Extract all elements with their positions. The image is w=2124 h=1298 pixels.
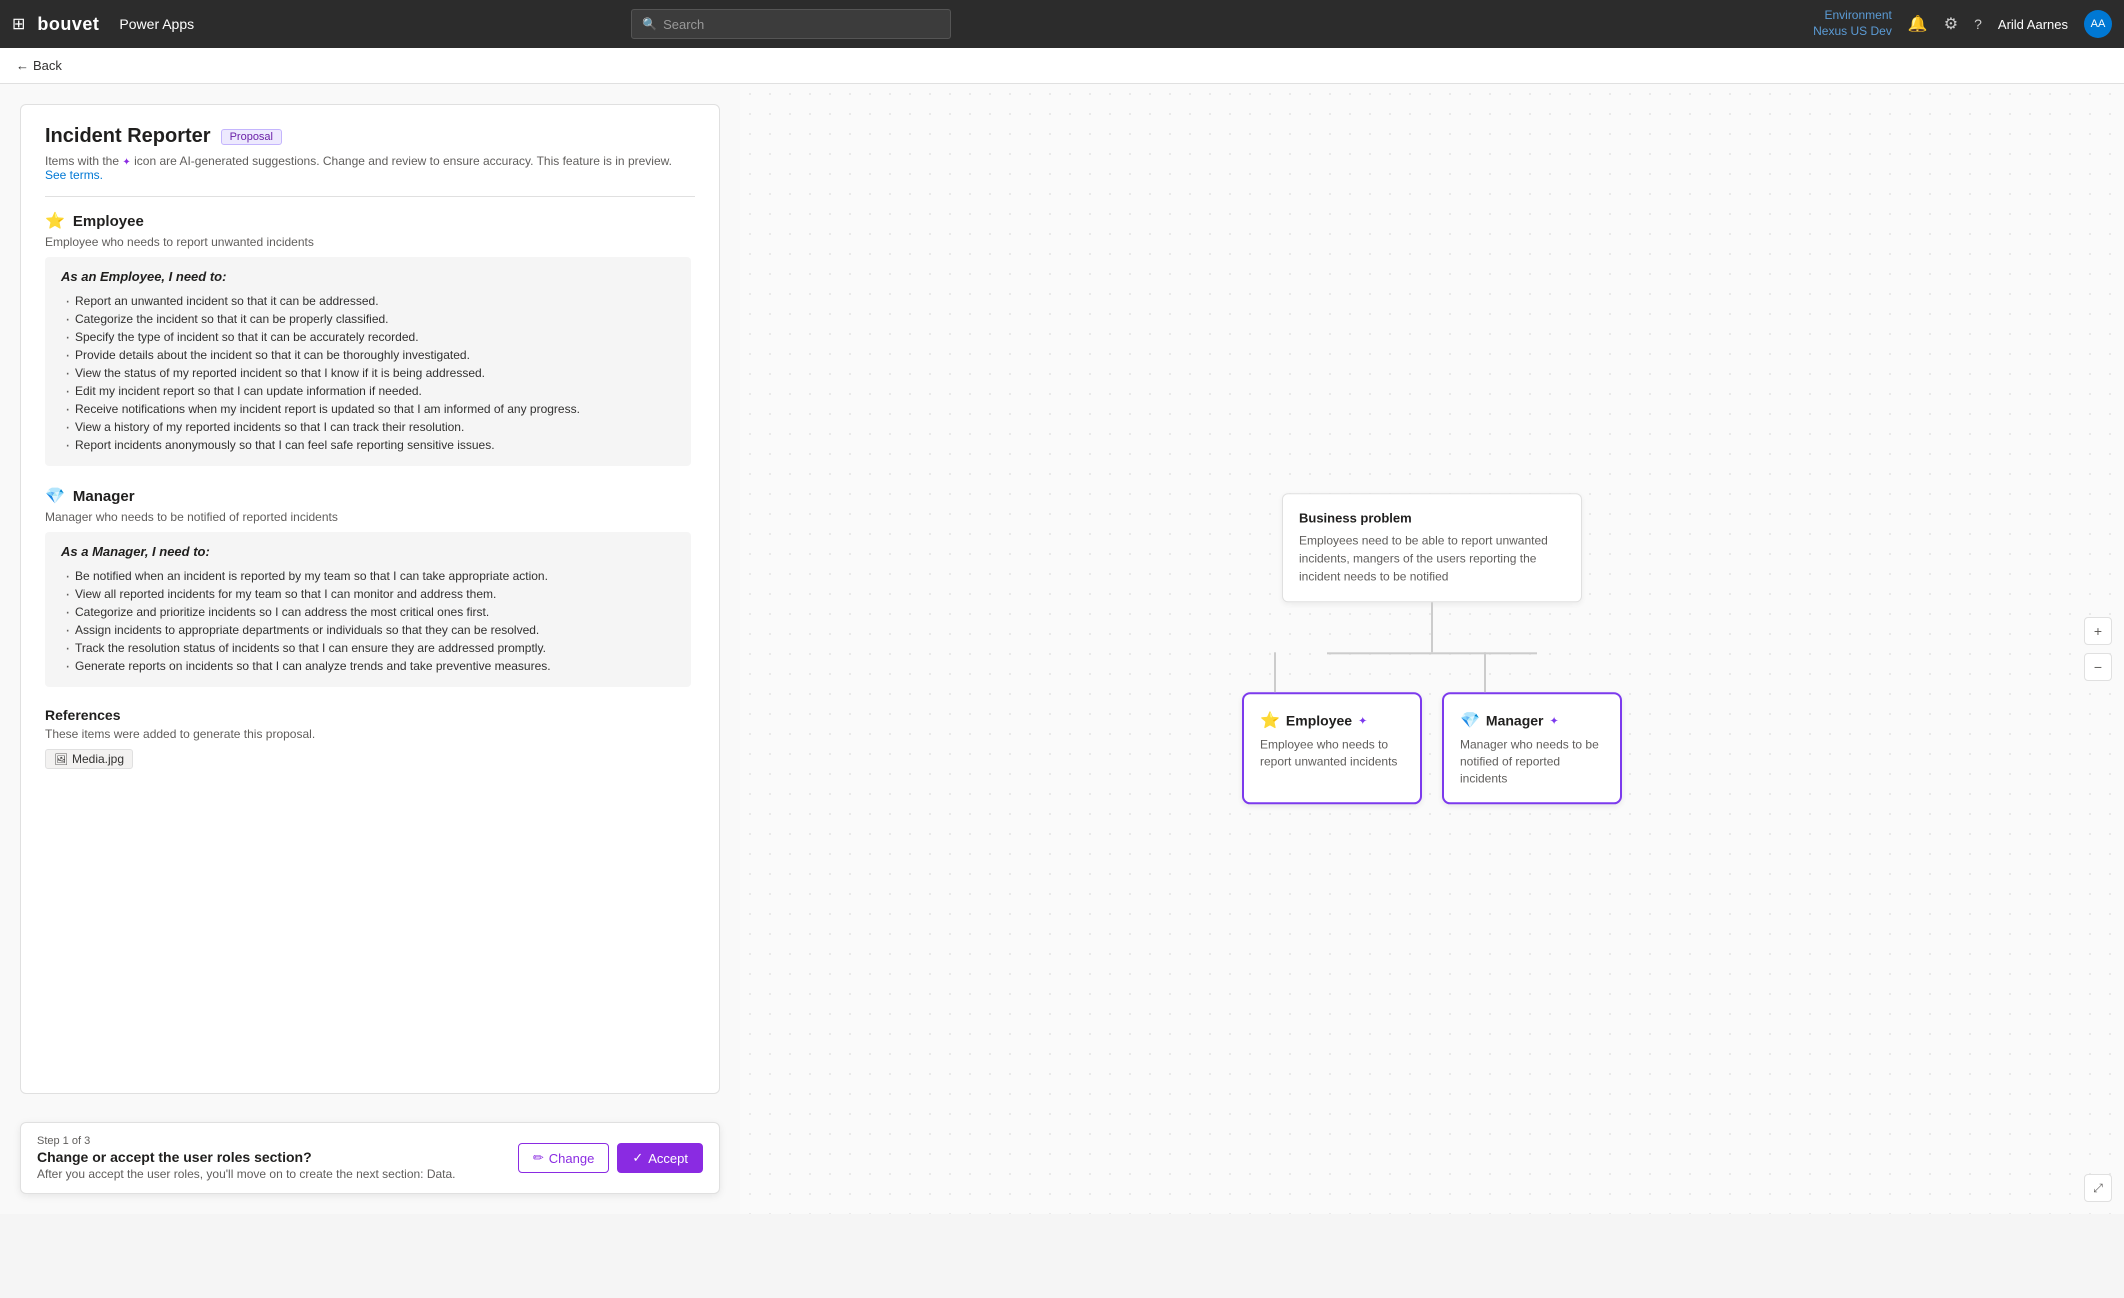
employee-items-list: Report an unwanted incident so that it c… [61,292,675,454]
list-item: Categorize the incident so that it can b… [61,310,675,328]
diagram-container: Business problem Employees need to be ab… [1132,493,1732,804]
scroll-container[interactable]: ⭐ Employee Employee who needs to report … [45,211,695,1079]
employee-role-subtitle: Employee who needs to report unwanted in… [45,235,691,249]
proposal-title: Incident Reporter Proposal [45,125,695,148]
connector-horizontal [1132,652,1732,692]
see-terms-link[interactable]: See terms. [45,168,103,182]
environment-label: Environment Nexus US Dev [1813,8,1892,39]
manager-body-title: As a Manager, I need to: [61,544,675,559]
list-item: Report incidents anonymously so that I c… [61,436,675,454]
references-subtitle: These items were added to generate this … [45,727,691,741]
proposal-subtitle: Items with the ✦ icon are AI-generated s… [45,154,695,182]
check-icon: ✓ [632,1150,643,1166]
proposal-card: Incident Reporter Proposal Items with th… [20,104,720,1094]
list-item: Be notified when an incident is reported… [61,567,675,585]
list-item: Track the resolution status of incidents… [61,639,675,657]
nav-right: Environment Nexus US Dev 🔔 ⚙ ? Arild Aar… [1813,8,2112,39]
manager-role-title: Manager [73,488,135,505]
manager-card-header: 💎 Manager ✦ [1460,710,1604,730]
bell-icon[interactable]: 🔔 [1908,14,1928,34]
main-layout: Incident Reporter Proposal Items with th… [0,84,2124,1214]
list-item: View the status of my reported incident … [61,364,675,382]
fit-view-button[interactable]: ⤢ [2084,1174,2112,1202]
references-section: References These items were added to gen… [45,707,691,769]
manager-card-desc: Manager who needs to be notified of repo… [1460,736,1604,786]
settings-icon[interactable]: ⚙ [1944,14,1958,34]
manager-role-header: 💎 Manager [45,486,691,506]
sub-nav: ← Back [0,48,2124,84]
back-button[interactable]: ← Back [16,58,62,73]
zoom-in-button[interactable]: + [2084,617,2112,645]
avatar[interactable]: AA [2084,10,2112,38]
employee-icon: ⭐ [45,211,65,231]
search-input[interactable] [663,17,940,32]
action-bar-buttons: ✏ Change ✓ Accept [518,1143,703,1173]
manager-card-icon: 💎 [1460,710,1480,730]
image-icon: 🖼 [54,753,68,766]
employee-card-name: Employee [1286,712,1352,728]
top-nav: ⊞ bouvet Power Apps 🔍 Environment Nexus … [0,0,2124,48]
list-item: Assign incidents to appropriate departme… [61,621,675,639]
manager-items-list: Be notified when an incident is reported… [61,567,675,675]
employee-role-body: As an Employee, I need to: Report an unw… [45,257,691,466]
list-item: Categorize and prioritize incidents so I… [61,603,675,621]
reference-tag: 🖼 Media.jpg [45,749,133,769]
connector-branch-right [1484,652,1486,692]
employee-diagram-card: ⭐ Employee ✦ Employee who needs to repor… [1242,692,1422,804]
back-arrow-icon: ← [16,58,29,73]
employee-card-header: ⭐ Employee ✦ [1260,710,1404,730]
list-item: Edit my incident report so that I can up… [61,382,675,400]
bp-desc: Employees need to be able to report unwa… [1299,531,1565,585]
change-button[interactable]: ✏ Change [518,1143,609,1173]
employee-role-section: ⭐ Employee Employee who needs to report … [45,211,691,466]
grid-icon[interactable]: ⊞ [12,14,25,34]
action-bar: Step 1 of 3 Change or accept the user ro… [20,1122,720,1194]
bp-title: Business problem [1299,510,1565,525]
right-toolbar: + − [2084,617,2112,681]
list-item: View all reported incidents for my team … [61,585,675,603]
list-item: Report an unwanted incident so that it c… [61,292,675,310]
list-item: View a history of my reported incidents … [61,418,675,436]
action-bar-left: Step 1 of 3 Change or accept the user ro… [37,1135,456,1181]
employee-card-desc: Employee who needs to report unwanted in… [1260,736,1404,770]
app-name: Power Apps [119,16,194,32]
accept-button[interactable]: ✓ Accept [617,1143,703,1173]
edit-icon: ✏ [533,1150,544,1166]
brand-logo: bouvet [37,14,99,35]
employee-ai-icon: ✦ [1358,714,1367,727]
role-cards-row: ⭐ Employee ✦ Employee who needs to repor… [1132,692,1732,804]
proposal-badge: Proposal [221,129,282,145]
list-item: Receive notifications when my incident r… [61,400,675,418]
manager-role-subtitle: Manager who needs to be notified of repo… [45,510,691,524]
step-desc: After you accept the user roles, you'll … [37,1167,456,1181]
references-title: References [45,707,691,723]
list-item: Specify the type of incident so that it … [61,328,675,346]
manager-icon: 💎 [45,486,65,506]
user-name: Arild Aarnes [1998,17,2068,32]
search-icon: 🔍 [642,17,657,31]
employee-body-title: As an Employee, I need to: [61,269,675,284]
manager-ai-icon: ✦ [1550,714,1559,727]
list-item: Generate reports on incidents so that I … [61,657,675,675]
left-panel: Incident Reporter Proposal Items with th… [0,84,740,1214]
list-item: Provide details about the incident so th… [61,346,675,364]
manager-card-name: Manager [1486,712,1544,728]
back-label: Back [33,58,62,73]
connector-down [1431,602,1433,652]
employee-role-title: Employee [73,213,144,230]
manager-role-section: 💎 Manager Manager who needs to be notifi… [45,486,691,687]
manager-diagram-card: 💎 Manager ✦ Manager who needs to be noti… [1442,692,1622,804]
right-panel: Business problem Employees need to be ab… [740,84,2124,1214]
help-icon[interactable]: ? [1974,16,1982,32]
connector-branch-left [1274,652,1276,692]
step-label: Step 1 of 3 [37,1135,456,1147]
employee-card-icon: ⭐ [1260,710,1280,730]
business-problem-card: Business problem Employees need to be ab… [1282,493,1582,602]
manager-role-body: As a Manager, I need to: Be notified whe… [45,532,691,687]
employee-role-header: ⭐ Employee [45,211,691,231]
search-bar[interactable]: 🔍 [631,9,951,39]
zoom-out-button[interactable]: − [2084,653,2112,681]
step-title: Change or accept the user roles section? [37,1149,456,1165]
